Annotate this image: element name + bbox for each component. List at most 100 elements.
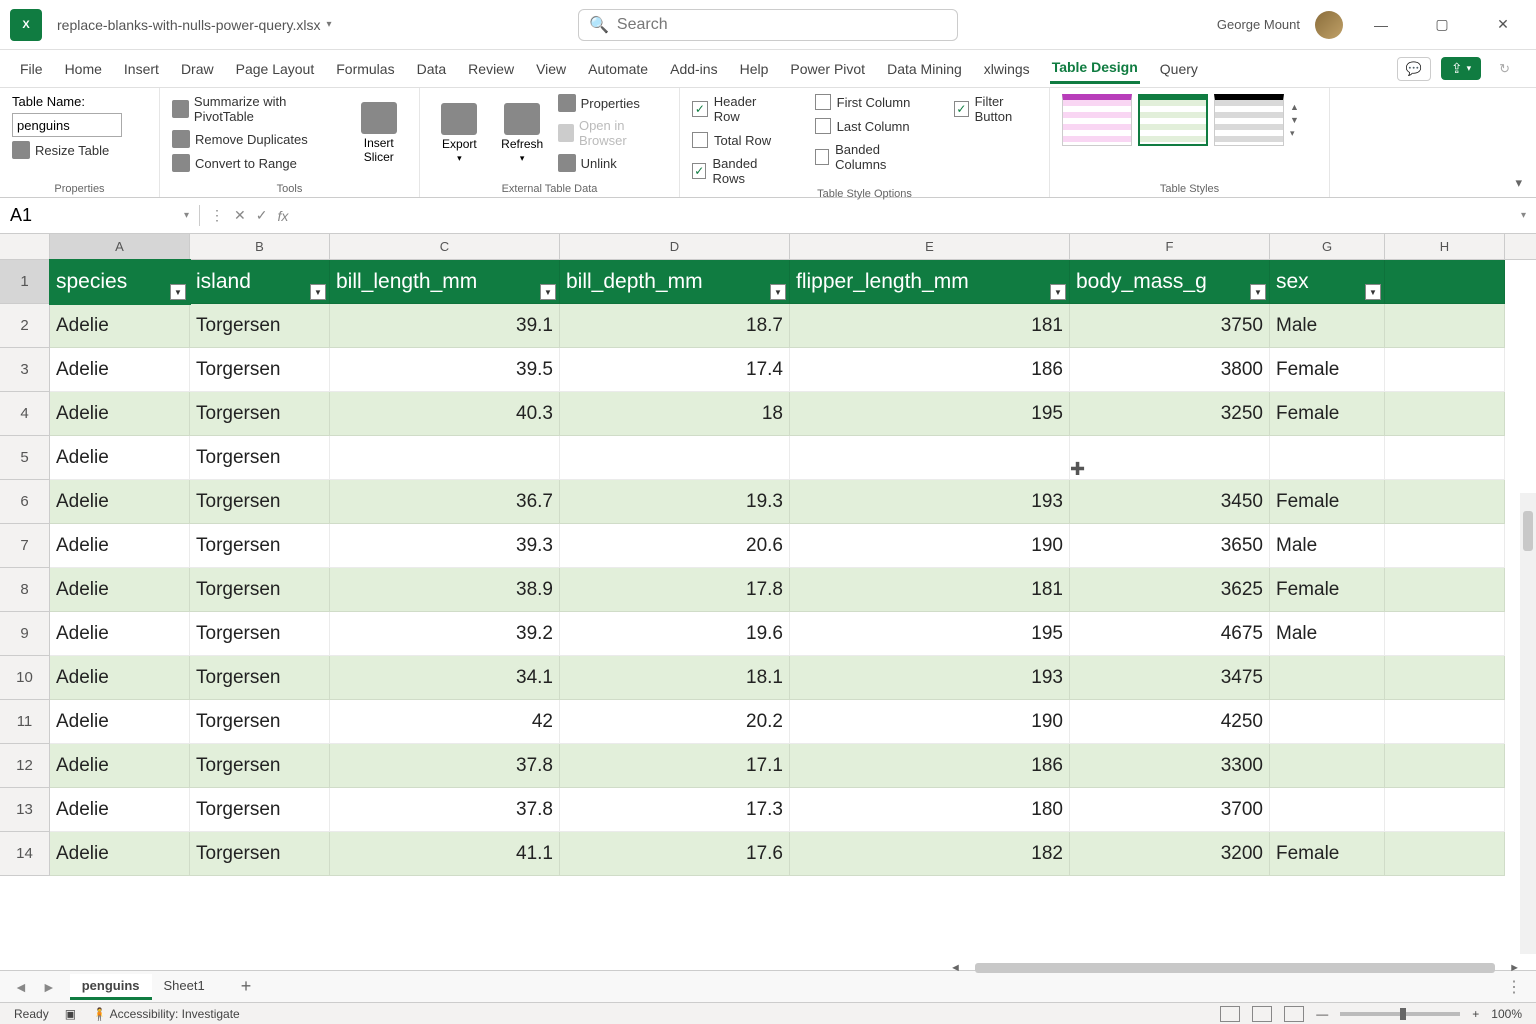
cell[interactable] <box>1385 348 1505 392</box>
name-box[interactable]: A1 ▾ <box>0 205 200 226</box>
avatar[interactable] <box>1315 11 1343 39</box>
ribbon-tab-review[interactable]: Review <box>466 55 516 83</box>
cell[interactable]: 195 <box>790 612 1070 656</box>
row-header-7[interactable]: 7 <box>0 524 49 568</box>
cell[interactable]: 3750 <box>1070 304 1270 348</box>
row-header-10[interactable]: 10 <box>0 656 49 700</box>
last-column-checkbox[interactable]: Last Column <box>815 118 925 134</box>
sheet-nav-next-icon[interactable]: ► <box>42 979 56 995</box>
search-box[interactable]: 🔍 Search <box>578 9 958 41</box>
convert-range-button[interactable]: Convert to Range <box>172 154 341 172</box>
cell[interactable]: Adelie <box>50 568 190 612</box>
cell[interactable]: 3625 <box>1070 568 1270 612</box>
hscroll-left-icon[interactable]: ◄ <box>950 962 961 974</box>
ribbon-tab-page-layout[interactable]: Page Layout <box>234 55 317 83</box>
ribbon-tab-draw[interactable]: Draw <box>179 55 216 83</box>
total-row-checkbox[interactable]: Total Row <box>692 132 785 148</box>
cell[interactable]: 42 <box>330 700 560 744</box>
cell[interactable]: Female <box>1270 568 1385 612</box>
cell[interactable]: 190 <box>790 524 1070 568</box>
cell[interactable]: 182 <box>790 832 1070 876</box>
cell[interactable]: 19.6 <box>560 612 790 656</box>
filter-dropdown-island[interactable]: ▼ <box>310 284 326 300</box>
cell[interactable]: Adelie <box>50 348 190 392</box>
export-button[interactable]: Export▾ <box>432 94 487 172</box>
table-header-bill_length_mm[interactable]: bill_length_mm▼ <box>330 260 560 304</box>
column-header-D[interactable]: D <box>560 234 790 259</box>
cell[interactable]: Adelie <box>50 304 190 348</box>
column-header-F[interactable]: F <box>1070 234 1270 259</box>
cell[interactable] <box>1385 700 1505 744</box>
row-header-6[interactable]: 6 <box>0 480 49 524</box>
cell[interactable]: Female <box>1270 480 1385 524</box>
refresh-button[interactable]: Refresh▾ <box>495 94 550 172</box>
add-sheet-button[interactable]: + <box>241 976 252 997</box>
cell[interactable] <box>1385 524 1505 568</box>
cell[interactable]: Torgersen <box>190 568 330 612</box>
ribbon-tab-query[interactable]: Query <box>1158 55 1200 83</box>
vertical-scrollbar[interactable] <box>1520 493 1536 954</box>
horizontal-scrollbar[interactable]: ◄ ► <box>950 959 1520 977</box>
ribbon-tab-data[interactable]: Data <box>415 55 449 83</box>
row-header-3[interactable]: 3 <box>0 348 49 392</box>
cell[interactable]: 39.3 <box>330 524 560 568</box>
column-header-H[interactable]: H <box>1385 234 1505 259</box>
ribbon-tab-formulas[interactable]: Formulas <box>334 55 396 83</box>
cell[interactable]: Torgersen <box>190 700 330 744</box>
cell[interactable]: 181 <box>790 304 1070 348</box>
table-properties-button[interactable]: Properties <box>558 94 667 112</box>
table-style-preview-1[interactable] <box>1062 94 1132 146</box>
cell[interactable] <box>1385 656 1505 700</box>
cell[interactable]: 17.1 <box>560 744 790 788</box>
minimize-button[interactable]: — <box>1358 9 1404 41</box>
cell[interactable]: Adelie <box>50 436 190 480</box>
sync-button[interactable]: ↻ <box>1491 58 1518 80</box>
cell[interactable] <box>1385 788 1505 832</box>
cell[interactable] <box>1385 304 1505 348</box>
cell[interactable]: Adelie <box>50 480 190 524</box>
name-box-expand-icon[interactable]: ⋮ <box>210 207 224 224</box>
ribbon-tab-data-mining[interactable]: Data Mining <box>885 55 964 83</box>
cell[interactable]: 3200 <box>1070 832 1270 876</box>
cell[interactable]: Adelie <box>50 744 190 788</box>
cell[interactable]: 18.7 <box>560 304 790 348</box>
excel-app-icon[interactable]: X <box>10 9 42 41</box>
cell[interactable]: 3475 <box>1070 656 1270 700</box>
cell[interactable]: 180 <box>790 788 1070 832</box>
cell[interactable]: Adelie <box>50 524 190 568</box>
cell[interactable]: 39.1 <box>330 304 560 348</box>
column-header-G[interactable]: G <box>1270 234 1385 259</box>
filename-chevron-icon[interactable]: ▾ <box>327 19 332 30</box>
cell[interactable]: Male <box>1270 304 1385 348</box>
cell[interactable]: Torgersen <box>190 304 330 348</box>
share-button[interactable]: ⇪ ▾ <box>1441 57 1481 80</box>
summarize-pivot-button[interactable]: Summarize with PivotTable <box>172 94 341 124</box>
table-header-body_mass_g[interactable]: body_mass_g▼ <box>1070 260 1270 304</box>
filter-dropdown-flipper_length_mm[interactable]: ▼ <box>1050 284 1066 300</box>
sheet-tab-sheet1[interactable]: Sheet1 <box>152 974 217 1000</box>
column-header-E[interactable]: E <box>790 234 1070 259</box>
banded-rows-checkbox[interactable]: ✓Banded Rows <box>692 156 785 186</box>
accessibility-status[interactable]: 🧍 Accessibility: Investigate <box>92 1007 240 1021</box>
zoom-in-button[interactable]: + <box>1472 1007 1479 1021</box>
cell[interactable]: 37.8 <box>330 744 560 788</box>
cell[interactable]: 17.8 <box>560 568 790 612</box>
ribbon-tab-automate[interactable]: Automate <box>586 55 650 83</box>
cell[interactable] <box>1270 788 1385 832</box>
cell[interactable]: 193 <box>790 480 1070 524</box>
ribbon-tab-xlwings[interactable]: xlwings <box>982 55 1032 83</box>
username[interactable]: George Mount <box>1217 17 1300 32</box>
cell[interactable]: 36.7 <box>330 480 560 524</box>
fx-icon[interactable]: fx <box>277 208 288 224</box>
cell[interactable]: Adelie <box>50 612 190 656</box>
sheet-tab-penguins[interactable]: penguins <box>70 974 152 1000</box>
hscroll-right-icon[interactable]: ► <box>1509 962 1520 974</box>
ribbon-tab-power-pivot[interactable]: Power Pivot <box>788 55 867 83</box>
cell[interactable]: Torgersen <box>190 656 330 700</box>
filter-button-checkbox[interactable]: ✓Filter Button <box>954 94 1037 124</box>
cell[interactable]: Torgersen <box>190 744 330 788</box>
collapse-ribbon-icon[interactable]: ▾ <box>1515 175 1522 191</box>
cell[interactable] <box>1270 656 1385 700</box>
cell[interactable]: 186 <box>790 744 1070 788</box>
cell[interactable]: 186 <box>790 348 1070 392</box>
